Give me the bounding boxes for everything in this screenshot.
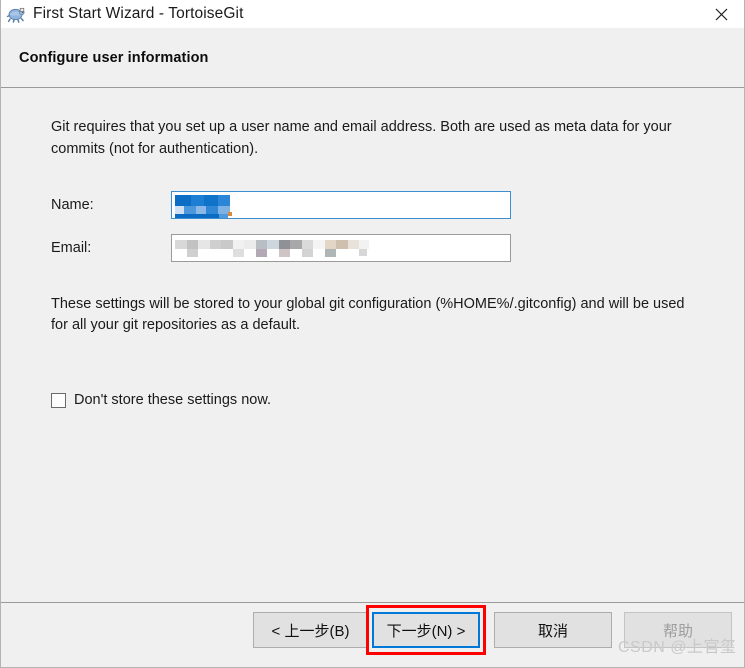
tortoise-icon: [6, 5, 26, 25]
email-input[interactable]: [171, 233, 511, 262]
content-area: Git requires that you set up a user name…: [1, 88, 744, 602]
email-field-row: Email:: [51, 233, 699, 262]
name-label: Name:: [51, 196, 94, 213]
title-bar: First Start Wizard - TortoiseGit: [1, 0, 744, 28]
cancel-button[interactable]: 取消: [494, 612, 612, 648]
name-input[interactable]: [171, 190, 511, 219]
help-button: 帮助: [624, 612, 732, 648]
dont-store-checkbox[interactable]: [51, 392, 66, 408]
window-title: First Start Wizard - TortoiseGit: [33, 5, 244, 22]
email-label: Email:: [51, 239, 92, 256]
intro-paragraph: Git requires that you set up a user name…: [51, 119, 672, 157]
close-icon[interactable]: [698, 0, 744, 28]
back-button[interactable]: < 上一步(B): [253, 612, 368, 648]
dont-store-checkbox-row[interactable]: Don't store these settings now.: [51, 392, 699, 408]
name-field-row: Name:: [51, 190, 699, 219]
storage-paragraph: These settings will be stored to your gl…: [51, 295, 685, 334]
page-header: Configure user information: [1, 28, 744, 88]
user-info-form: Name: Email:: [51, 190, 699, 262]
wizard-window: First Start Wizard - TortoiseGit Configu…: [0, 0, 745, 668]
footer-button-bar: < 上一步(B) 下一步(N) > 取消 帮助 CSDN @上官玺: [1, 602, 744, 667]
next-button[interactable]: 下一步(N) >: [371, 611, 481, 649]
dont-store-checkbox-label: Don't store these settings now.: [74, 392, 272, 408]
page-title: Configure user information: [19, 49, 209, 66]
